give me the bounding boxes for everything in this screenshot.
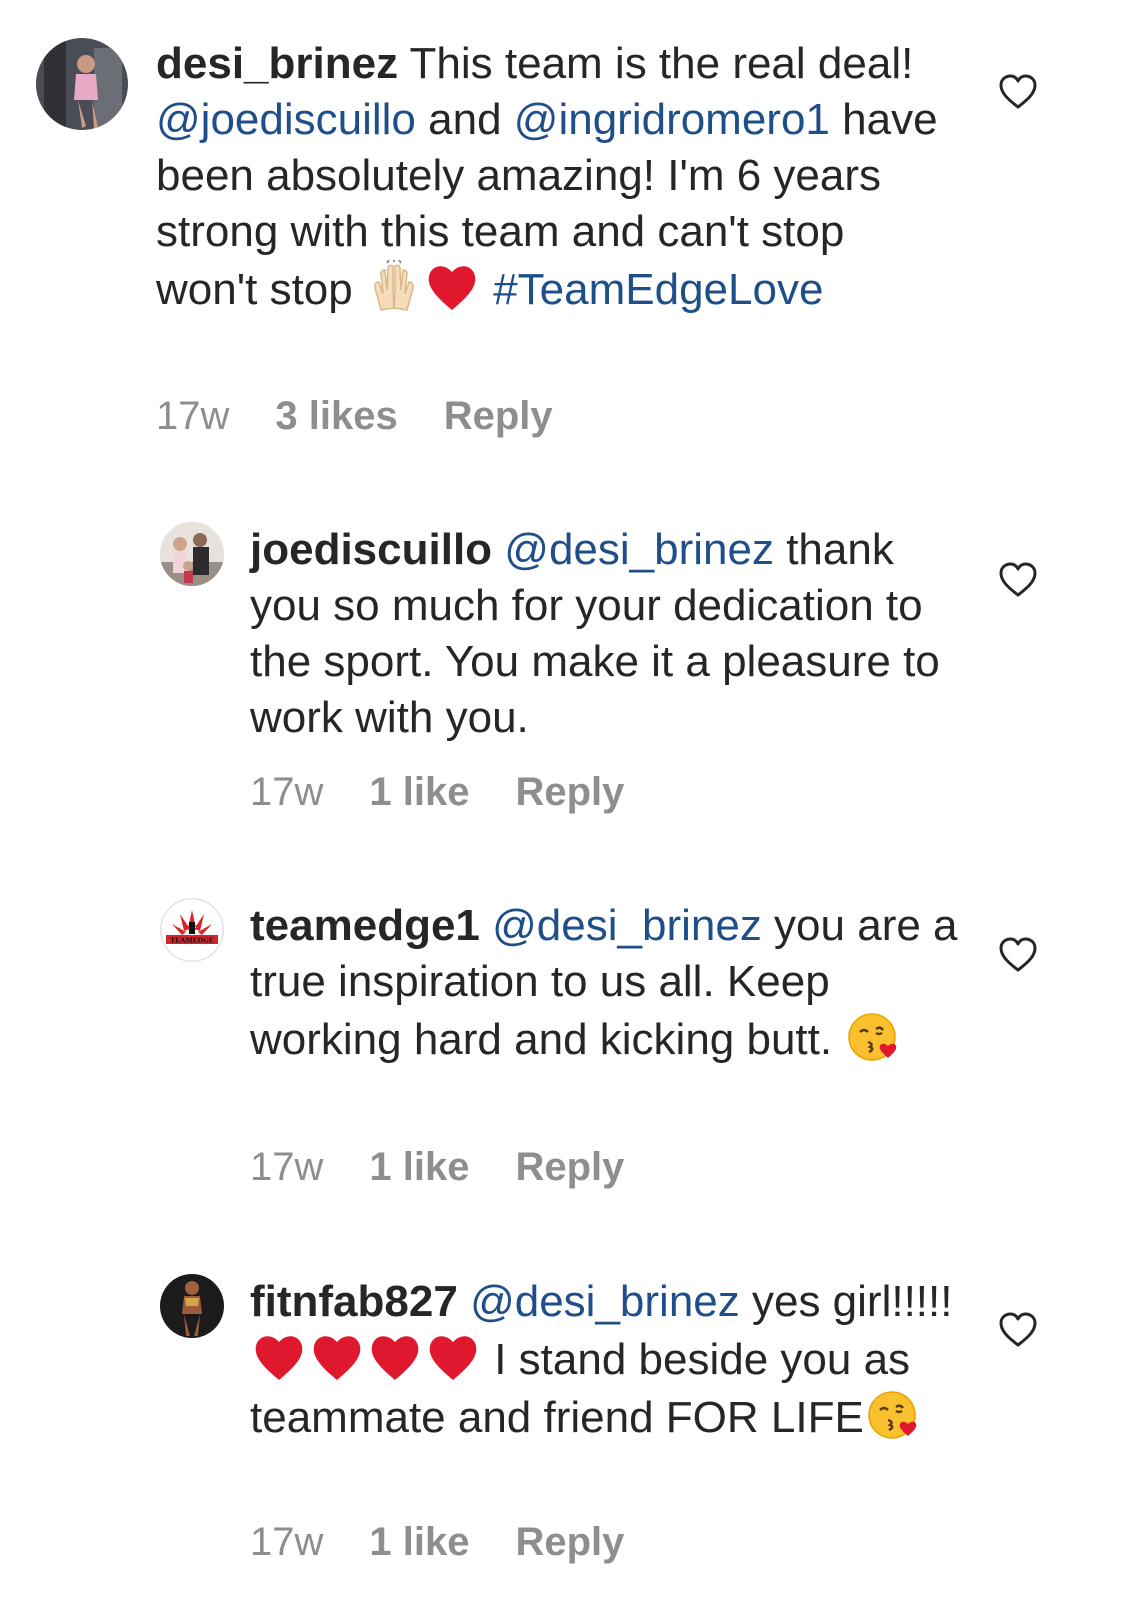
red-heart-emoji (368, 1330, 422, 1384)
raising-hands-emoji (367, 260, 421, 314)
comment-username[interactable]: teamedge1 (250, 901, 480, 950)
avatar[interactable]: TEAMEDGE (160, 898, 224, 962)
reply-button[interactable]: Reply (444, 394, 553, 439)
avatar[interactable] (160, 522, 224, 586)
comment-body: fitnfab827 @desi_brinez yes girl!!!!! I … (250, 1274, 960, 1446)
comment-timestamp: 17w (250, 1520, 324, 1564)
likes-count[interactable]: 1 like (369, 1145, 469, 1190)
comment-meta: 17w 1 like Reply (250, 1145, 670, 1190)
red-heart-emoji (426, 1330, 480, 1384)
comment-meta: 17w 1 like Reply (250, 1520, 670, 1565)
avatar[interactable] (36, 38, 128, 130)
likes-count[interactable]: 1 like (369, 770, 469, 815)
reply-button[interactable]: Reply (515, 1145, 624, 1190)
mention-link[interactable]: @joediscuillo (156, 95, 416, 144)
red-heart-emoji (252, 1330, 306, 1384)
red-heart-emoji (425, 260, 479, 314)
mention-link[interactable]: @desi_brinez (492, 901, 762, 950)
hashtag-link[interactable]: #TeamEdgeLove (493, 265, 823, 314)
comment-timestamp: 17w (250, 770, 324, 814)
mention-link[interactable]: @ingridromero1 (514, 95, 830, 144)
comment-body: joediscuillo @desi_brinez thank you so m… (250, 522, 960, 746)
mention-link[interactable]: @desi_brinez (504, 525, 774, 574)
like-heart-icon[interactable] (998, 560, 1038, 600)
comment-meta: 17w 1 like Reply (250, 770, 670, 815)
comment-username[interactable]: desi_brinez (156, 39, 398, 88)
reply-button[interactable]: Reply (515, 770, 624, 815)
comment-body: teamedge1 @desi_brinez you are a true in… (250, 898, 960, 1068)
reply-button[interactable]: Reply (515, 1520, 624, 1565)
comment-text: This team is the real deal! (409, 39, 914, 88)
avatar[interactable] (160, 1274, 224, 1338)
face-blowing-kiss-emoji (846, 1010, 900, 1064)
teamedge-logo-text: TEAMEDGE (170, 936, 214, 945)
comment-username[interactable]: joediscuillo (250, 525, 492, 574)
like-heart-icon[interactable] (998, 1310, 1038, 1350)
comment-timestamp: 17w (156, 394, 230, 438)
comment-text: yes girl!!!!! (739, 1277, 953, 1326)
likes-count[interactable]: 1 like (369, 1520, 469, 1565)
likes-count[interactable]: 3 likes (275, 394, 397, 439)
comment-meta: 17w 3 likes Reply (156, 394, 599, 439)
face-blowing-kiss-emoji (866, 1388, 920, 1442)
red-heart-emoji (310, 1330, 364, 1384)
like-heart-icon[interactable] (998, 935, 1038, 975)
comment-username[interactable]: fitnfab827 (250, 1277, 458, 1326)
mention-link[interactable]: @desi_brinez (470, 1277, 740, 1326)
like-heart-icon[interactable] (998, 72, 1038, 112)
comment-timestamp: 17w (250, 1145, 324, 1189)
comment-text: and (415, 95, 514, 144)
comment-body: desi_brinez This team is the real deal! … (156, 36, 956, 318)
